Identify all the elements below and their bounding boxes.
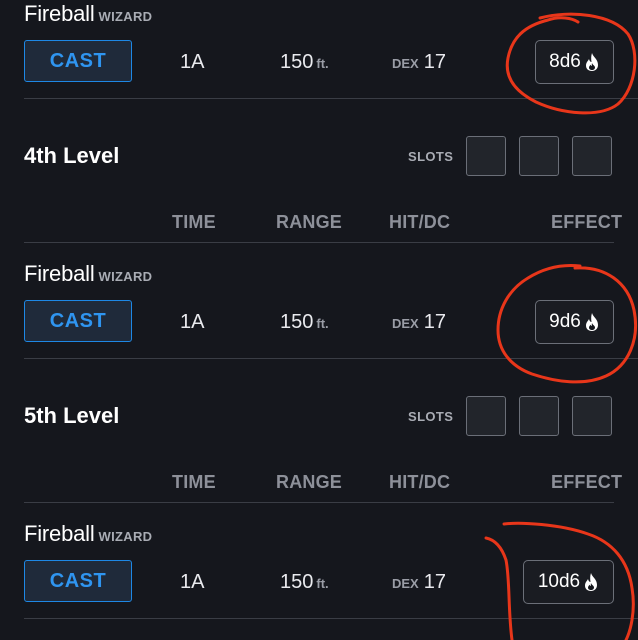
effect-damage: 8d6 bbox=[549, 51, 581, 72]
effect-damage: 9d6 bbox=[549, 311, 581, 332]
spell-row-1-header: Fireball WIZARD bbox=[24, 1, 152, 27]
column-header-effect: EFFECT bbox=[551, 472, 623, 492]
spell-slot-checkbox[interactable] bbox=[572, 136, 612, 176]
spell-slot-checkbox[interactable] bbox=[572, 396, 612, 436]
level-title: 5th Level bbox=[24, 403, 120, 428]
spell-hit-dc: DEX 17 bbox=[392, 51, 446, 74]
range-value: 150 bbox=[280, 311, 314, 333]
spell-slot-checkbox[interactable] bbox=[466, 396, 506, 436]
effect-button[interactable]: 10d6 bbox=[523, 560, 614, 604]
range-unit: ft. bbox=[316, 56, 329, 71]
column-header-effect: EFFECT bbox=[551, 212, 623, 232]
slots-label: SLOTS bbox=[408, 409, 454, 424]
slots-label: SLOTS bbox=[408, 149, 454, 164]
cast-button[interactable]: CAST bbox=[24, 560, 132, 602]
spell-name: Fireball bbox=[24, 261, 95, 286]
spell-range: 150 ft. bbox=[280, 571, 329, 594]
save-ability: DEX bbox=[392, 56, 419, 71]
column-header-time: TIME bbox=[172, 472, 216, 492]
spell-slot-checkbox[interactable] bbox=[519, 136, 559, 176]
spell-class: WIZARD bbox=[98, 529, 153, 544]
spell-time: 1A bbox=[180, 571, 205, 593]
spell-range: 150 ft. bbox=[280, 311, 329, 334]
spell-slot-checkbox[interactable] bbox=[519, 396, 559, 436]
save-dc: 17 bbox=[423, 51, 446, 73]
effect-button[interactable]: 9d6 bbox=[535, 300, 614, 344]
column-header-time: TIME bbox=[172, 212, 216, 232]
range-value: 150 bbox=[280, 571, 314, 593]
range-unit: ft. bbox=[316, 316, 329, 331]
save-ability: DEX bbox=[392, 576, 419, 591]
fire-icon bbox=[585, 53, 598, 71]
spell-hit-dc: DEX 17 bbox=[392, 311, 446, 334]
column-header-range: RANGE bbox=[276, 212, 343, 232]
effect-damage: 10d6 bbox=[537, 571, 581, 592]
save-dc: 17 bbox=[423, 571, 446, 593]
cast-button[interactable]: CAST bbox=[24, 40, 132, 82]
header-divider bbox=[24, 502, 614, 503]
spell-class: WIZARD bbox=[98, 9, 153, 24]
save-dc: 17 bbox=[423, 311, 446, 333]
column-header-hit-dc: HIT/DC bbox=[389, 472, 451, 492]
range-unit: ft. bbox=[316, 576, 329, 591]
column-header-hit-dc: HIT/DC bbox=[389, 212, 451, 232]
fire-icon bbox=[585, 573, 598, 591]
spell-range: 150 ft. bbox=[280, 51, 329, 74]
spell-time: 1A bbox=[180, 51, 205, 73]
spell-name: Fireball bbox=[24, 521, 95, 546]
row-divider bbox=[24, 358, 638, 359]
save-ability: DEX bbox=[392, 316, 419, 331]
spell-time: 1A bbox=[180, 311, 205, 333]
spell-row-3-header: Fireball WIZARD bbox=[24, 521, 152, 547]
spell-slot-checkbox[interactable] bbox=[466, 136, 506, 176]
spell-name: Fireball bbox=[24, 1, 95, 26]
spell-class: WIZARD bbox=[98, 269, 153, 284]
header-divider bbox=[24, 242, 614, 243]
spell-hit-dc: DEX 17 bbox=[392, 571, 446, 594]
row-divider bbox=[24, 618, 638, 619]
cast-button[interactable]: CAST bbox=[24, 300, 132, 342]
range-value: 150 bbox=[280, 51, 314, 73]
spell-row-2-header: Fireball WIZARD bbox=[24, 261, 152, 287]
fire-icon bbox=[585, 313, 598, 331]
level-title: 4th Level bbox=[24, 143, 120, 168]
row-divider bbox=[24, 98, 638, 99]
column-header-range: RANGE bbox=[276, 472, 343, 492]
effect-button[interactable]: 8d6 bbox=[535, 40, 614, 84]
